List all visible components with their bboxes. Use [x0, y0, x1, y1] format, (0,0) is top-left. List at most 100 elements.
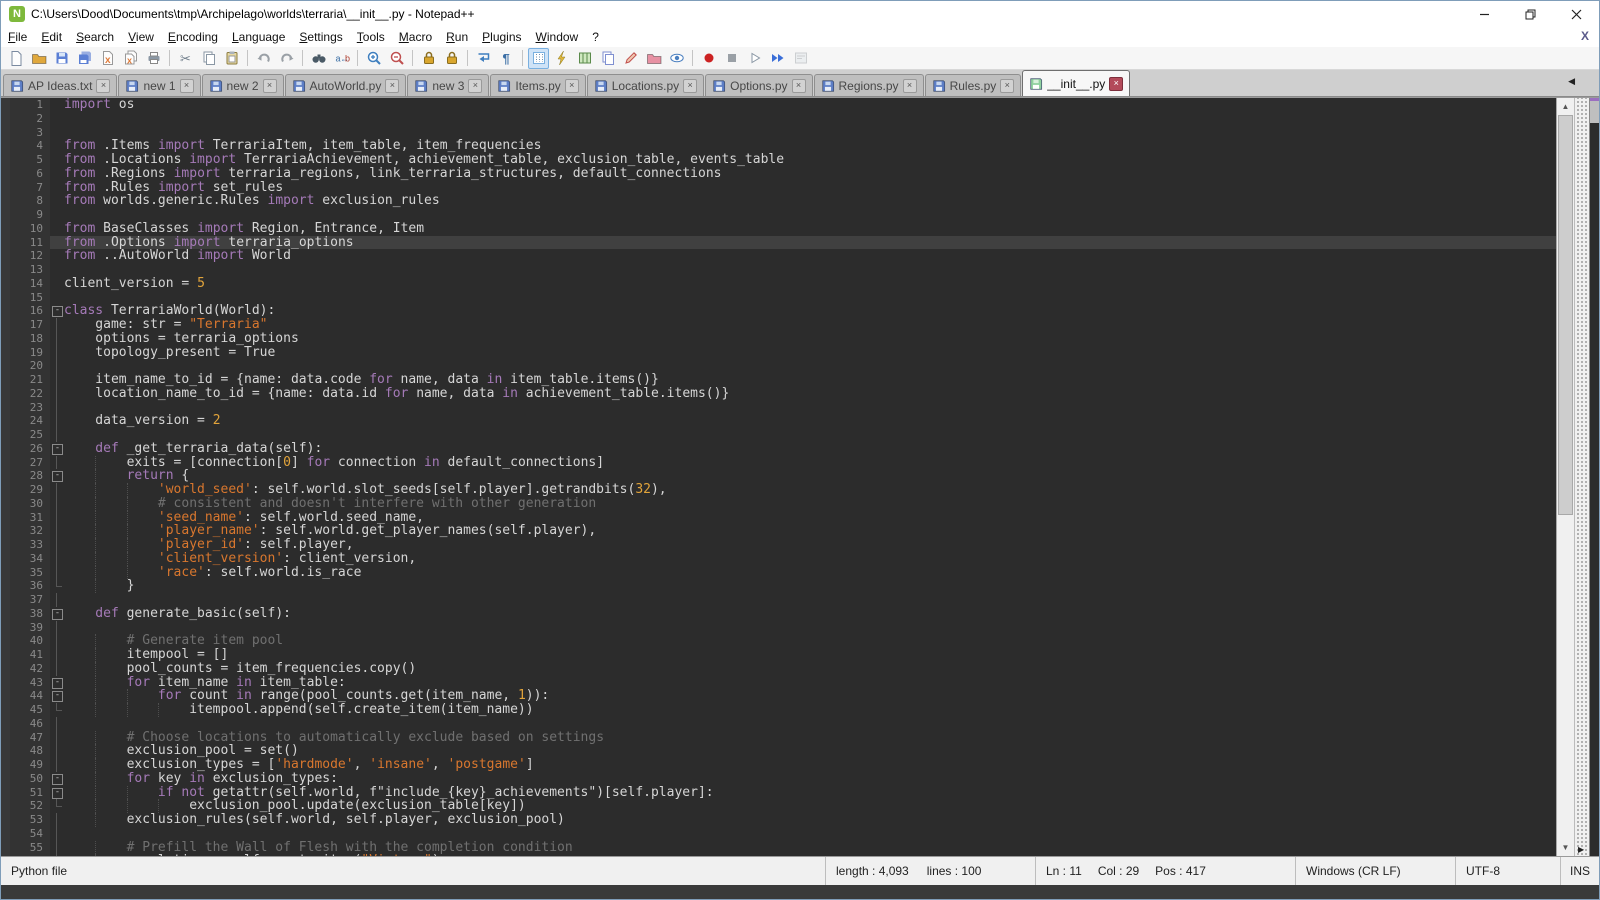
tab-new-2[interactable]: new 2× — [202, 74, 284, 96]
bookmark-margin[interactable] — [1, 373, 10, 387]
bookmark-margin[interactable] — [1, 153, 10, 167]
code-line-12[interactable]: 12from ..AutoWorld import World — [1, 249, 1556, 263]
code-line-21[interactable]: 21item_name_to_id = {name: data.code for… — [1, 373, 1556, 387]
code-line-26[interactable]: 26-def _get_terraria_data(self): — [1, 442, 1556, 456]
code-line-16[interactable]: 16-class TerrariaWorld(World): — [1, 304, 1556, 318]
code-line-23[interactable]: 23 — [1, 401, 1556, 415]
fold-collapse-icon[interactable]: - — [50, 676, 64, 690]
bookmark-margin[interactable] — [1, 194, 10, 208]
tab-close-icon[interactable]: × — [180, 79, 194, 93]
code-line-33[interactable]: 33'player_id': self.player, — [1, 538, 1556, 552]
code-line-39[interactable]: 39 — [1, 621, 1556, 635]
bookmark-margin[interactable] — [1, 249, 10, 263]
menu-file[interactable]: File — [1, 28, 34, 46]
bookmark-margin[interactable] — [1, 346, 10, 360]
code-line-43[interactable]: 43-for item_name in item_table: — [1, 676, 1556, 690]
code-line-7[interactable]: 7from .Rules import set_rules — [1, 181, 1556, 195]
pane-splitter[interactable]: ▶ — [1574, 98, 1589, 856]
code-editor[interactable]: 1import os234from .Items import Terraria… — [1, 98, 1556, 856]
bookmark-margin[interactable] — [1, 841, 10, 855]
code-line-5[interactable]: 5from .Locations import TerrariaAchievem… — [1, 153, 1556, 167]
find-icon[interactable] — [308, 48, 329, 69]
code-line-35[interactable]: 35'race': self.world.is_race — [1, 566, 1556, 580]
function-list-icon[interactable] — [551, 48, 572, 69]
tab-close-icon[interactable]: × — [903, 79, 917, 93]
fold-collapse-icon[interactable]: - — [50, 607, 64, 621]
menu-tools[interactable]: Tools — [350, 28, 392, 46]
status-insert-mode[interactable]: INS — [1561, 857, 1599, 885]
bookmark-margin[interactable] — [1, 98, 10, 112]
tab-autoworld-py[interactable]: AutoWorld.py× — [285, 74, 407, 96]
bookmark-margin[interactable] — [1, 359, 10, 373]
menu-language[interactable]: Language — [225, 28, 292, 46]
bookmark-margin[interactable] — [1, 263, 10, 277]
bookmark-margin[interactable] — [1, 181, 10, 195]
bookmark-margin[interactable] — [1, 758, 10, 772]
code-line-49[interactable]: 49exclusion_types = ['hardmode', 'insane… — [1, 758, 1556, 772]
tab-close-icon[interactable]: × — [1000, 79, 1014, 93]
code-line-6[interactable]: 6from .Regions import terraria_regions, … — [1, 167, 1556, 181]
scroll-down-icon[interactable]: ▼ — [1557, 839, 1574, 856]
folder-workspace-icon[interactable] — [643, 48, 664, 69]
redo-icon[interactable] — [276, 48, 297, 69]
bookmark-margin[interactable] — [1, 676, 10, 690]
bookmark-margin[interactable] — [1, 634, 10, 648]
code-line-27[interactable]: 27exits = [connection[0] for connection … — [1, 456, 1556, 470]
macro-stop-icon[interactable] — [721, 48, 742, 69]
zoom-in-icon[interactable] — [363, 48, 384, 69]
minimize-button[interactable] — [1461, 1, 1507, 27]
bookmark-margin[interactable] — [1, 689, 10, 703]
bookmark-margin[interactable] — [1, 387, 10, 401]
menu-edit[interactable]: Edit — [34, 28, 69, 46]
bookmark-margin[interactable] — [1, 497, 10, 511]
code-line-13[interactable]: 13 — [1, 263, 1556, 277]
code-line-55[interactable]: 55# Prefill the Wall of Flesh with the c… — [1, 841, 1556, 855]
bookmark-margin[interactable] — [1, 648, 10, 662]
bookmark-margin[interactable] — [1, 731, 10, 745]
code-line-3[interactable]: 3 — [1, 126, 1556, 140]
tab-close-icon[interactable]: × — [683, 79, 697, 93]
code-line-37[interactable]: 37 — [1, 593, 1556, 607]
close-doc-icon[interactable]: x — [97, 48, 118, 69]
code-line-22[interactable]: 22location_name_to_id = {name: data.id f… — [1, 387, 1556, 401]
macro-run-multiple-icon[interactable] — [767, 48, 788, 69]
tab-close-icon[interactable]: × — [1109, 77, 1123, 91]
code-line-36[interactable]: 36} — [1, 579, 1556, 593]
code-line-47[interactable]: 47# Choose locations to automatically ex… — [1, 731, 1556, 745]
code-line-53[interactable]: 53exclusion_rules(self.world, self.playe… — [1, 813, 1556, 827]
bookmark-margin[interactable] — [1, 222, 10, 236]
bookmark-margin[interactable] — [1, 428, 10, 442]
bookmark-margin[interactable] — [1, 401, 10, 415]
bookmark-margin[interactable] — [1, 813, 10, 827]
macro-record-icon[interactable] — [698, 48, 719, 69]
indent-guide-icon[interactable] — [528, 48, 549, 69]
bookmark-margin[interactable] — [1, 414, 10, 428]
code-line-40[interactable]: 40# Generate item pool — [1, 634, 1556, 648]
new-file-icon[interactable] — [5, 48, 26, 69]
open-file-icon[interactable] — [28, 48, 49, 69]
replace-icon[interactable]: a↔b — [331, 48, 352, 69]
code-line-29[interactable]: 29'world_seed': self.world.slot_seeds[se… — [1, 483, 1556, 497]
tab-rules-py[interactable]: Rules.py× — [925, 74, 1022, 96]
bookmark-margin[interactable] — [1, 772, 10, 786]
code-line-30[interactable]: 30# consistent and doesn't interfere wit… — [1, 497, 1556, 511]
zoom-out-icon[interactable] — [386, 48, 407, 69]
bookmark-margin[interactable] — [1, 511, 10, 525]
status-eol-format[interactable]: Windows (CR LF) — [1296, 857, 1456, 885]
tab-close-icon[interactable]: × — [263, 79, 277, 93]
restore-button[interactable] — [1507, 1, 1553, 27]
tab-__init__-py[interactable]: __init__.py× — [1022, 70, 1130, 96]
cut-icon[interactable]: ✂ — [175, 48, 196, 69]
bookmark-margin[interactable] — [1, 277, 10, 291]
menu-settings[interactable]: Settings — [292, 28, 349, 46]
close-document-icon[interactable]: X — [1577, 29, 1593, 45]
tab-close-icon[interactable]: × — [96, 79, 110, 93]
bookmark-margin[interactable] — [1, 208, 10, 222]
show-symbols-icon[interactable]: ¶ — [496, 48, 517, 69]
fold-collapse-icon[interactable]: - — [50, 772, 64, 786]
sync-horizontal-icon[interactable] — [441, 48, 462, 69]
tab-close-icon[interactable]: × — [565, 79, 579, 93]
tab-regions-py[interactable]: Regions.py× — [814, 74, 924, 96]
code-line-18[interactable]: 18options = terraria_options — [1, 332, 1556, 346]
fold-collapse-icon[interactable]: - — [50, 304, 64, 318]
